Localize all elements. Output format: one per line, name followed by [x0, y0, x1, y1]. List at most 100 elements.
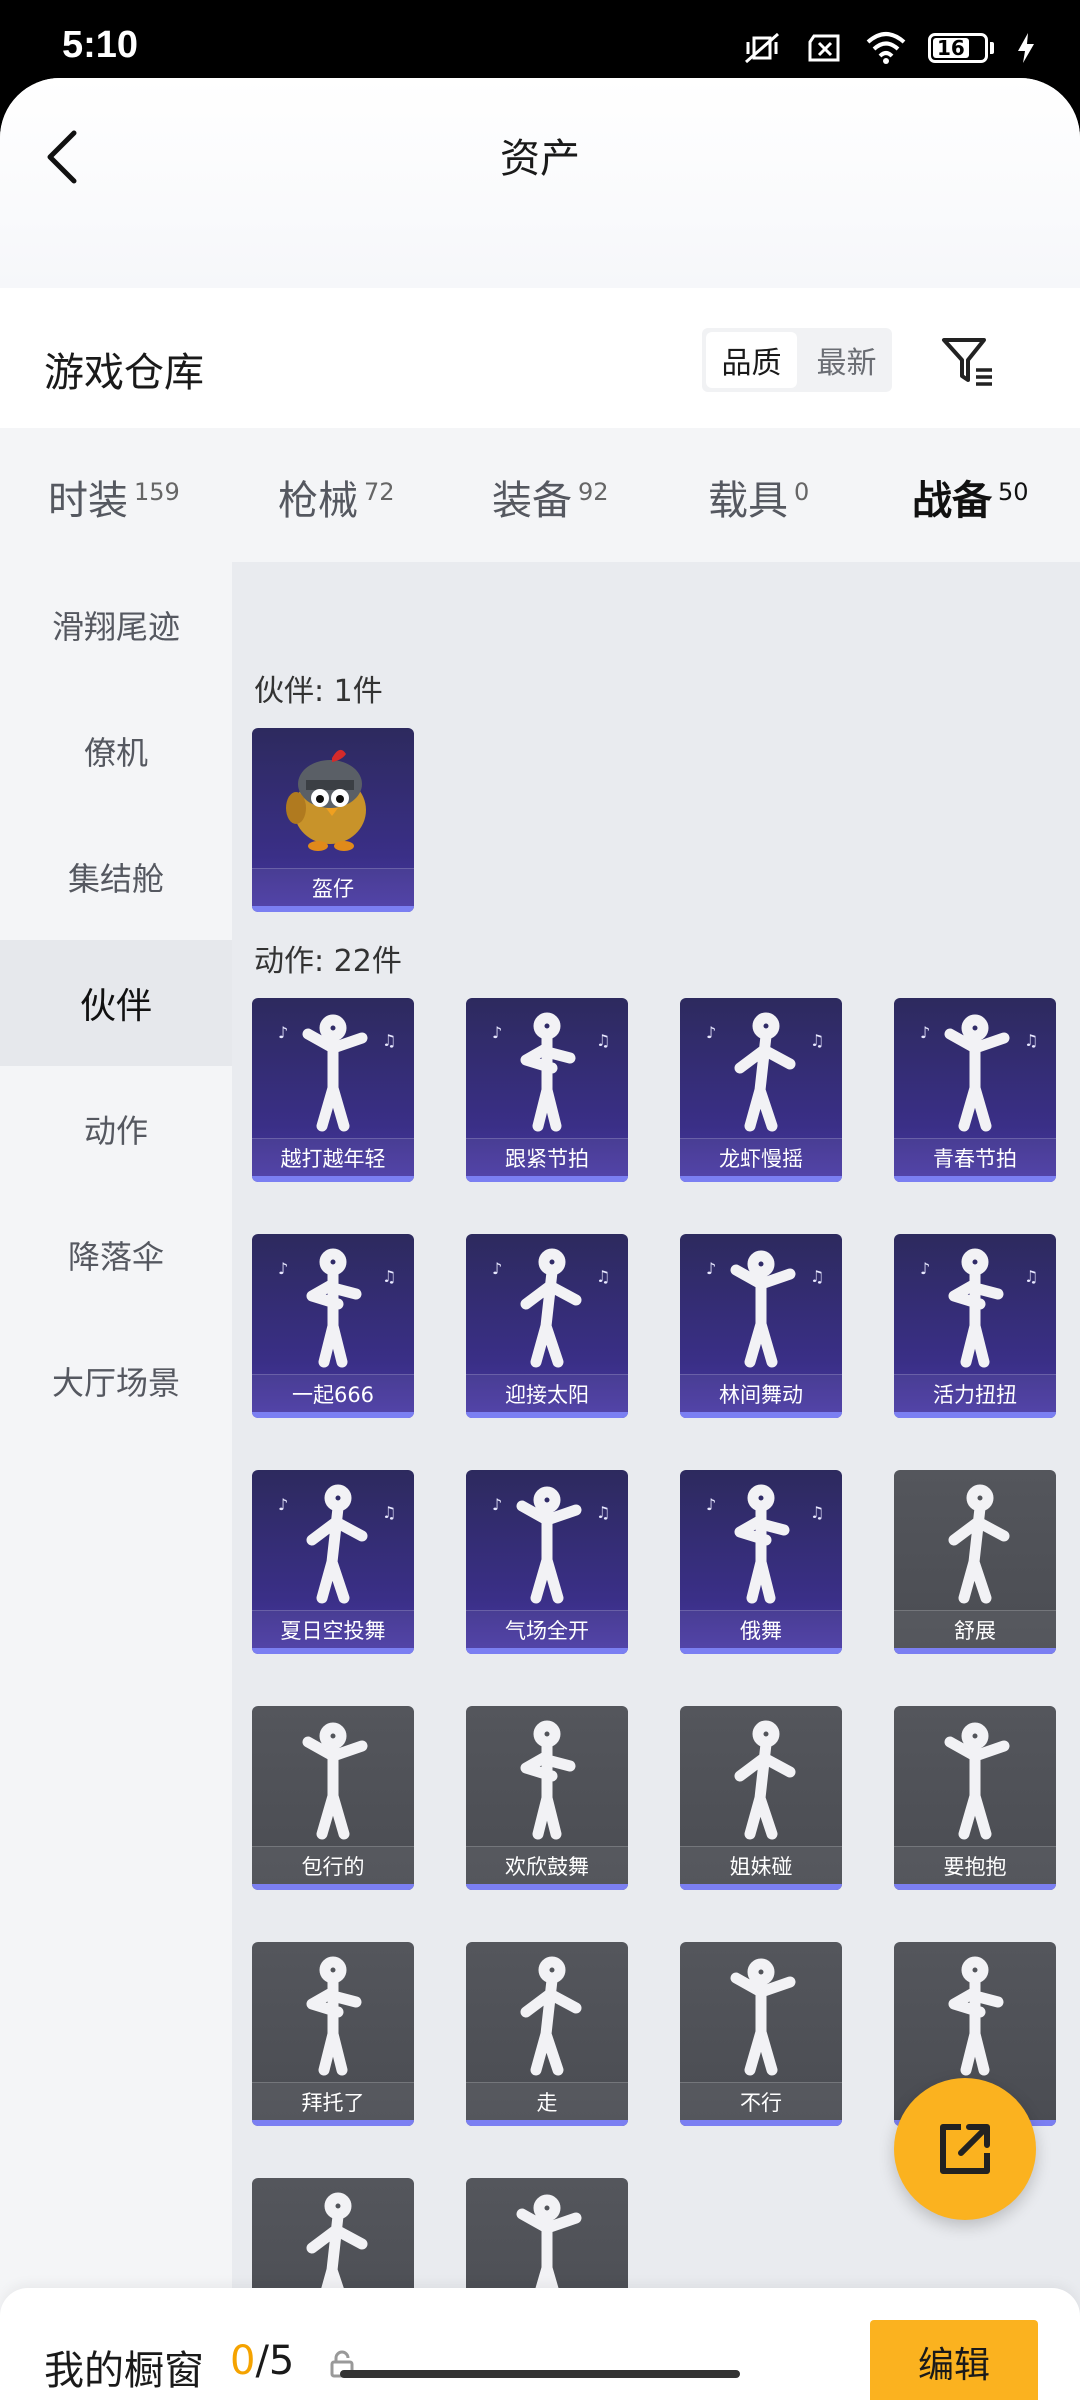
tab-label: 战备: [912, 478, 992, 524]
action-card[interactable]: 不行: [680, 1942, 842, 2126]
card-rarity-bar: [894, 1412, 1056, 1418]
card-label: 走: [466, 2082, 628, 2120]
filter-button[interactable]: [938, 332, 998, 392]
sidebar-item-actions[interactable]: 动作: [0, 1066, 232, 1192]
showcase-count-current: 0: [230, 2338, 256, 2384]
tab-vehicles[interactable]: 载具 0: [708, 468, 809, 526]
action-card[interactable]: 要抱抱: [894, 1706, 1056, 1890]
sort-quality-button[interactable]: 品质: [706, 332, 797, 388]
sidebar-item-companion[interactable]: 伙伴: [0, 940, 232, 1066]
action-card[interactable]: 拜托了: [252, 1942, 414, 2126]
sidebar-item-wingman[interactable]: 僚机: [0, 688, 232, 814]
tab-label: 枪械: [278, 478, 358, 524]
svg-text:♪: ♪: [920, 1259, 930, 1278]
action-card[interactable]: 走: [466, 1942, 628, 2126]
sidebar-item-lobby-scene[interactable]: 大厅场景: [0, 1318, 232, 1444]
action-card[interactable]: 包行的: [252, 1706, 414, 1890]
home-indicator: [340, 2370, 740, 2378]
dance-pose-icon: [734, 1720, 796, 1840]
action-card[interactable]: ♪ ♫ 俄舞: [680, 1470, 842, 1654]
sidebar-item-glide-trail[interactable]: 滑翔尾迹: [0, 562, 232, 688]
svg-text:♪: ♪: [706, 1023, 716, 1042]
card-label: 舒展: [894, 1610, 1056, 1648]
share-fab[interactable]: [894, 2078, 1036, 2220]
tab-count: 50: [998, 477, 1029, 506]
card-label: 包行的: [252, 1846, 414, 1884]
svg-text:♫: ♫: [810, 1503, 824, 1522]
page-title: 资产: [500, 136, 580, 182]
subcategory-sidebar: 滑翔尾迹 僚机 集结舱 伙伴 动作 降落伞 大厅场景: [0, 562, 232, 2400]
action-card[interactable]: ♪ ♫ 迎接太阳: [466, 1234, 628, 1418]
dance-pose-icon: ♪ ♫: [706, 1250, 824, 1368]
action-card[interactable]: ♪ ♫ 一起666: [252, 1234, 414, 1418]
status-time: 5:10: [62, 24, 139, 66]
svg-text:♫: ♫: [1024, 1267, 1038, 1286]
sidebar-item-parachute[interactable]: 降落伞: [0, 1192, 232, 1318]
dance-pose-icon: ♪ ♫: [920, 1248, 1038, 1368]
svg-text:♪: ♪: [278, 1023, 288, 1042]
svg-text:♫: ♫: [382, 1031, 396, 1050]
section-title: 游戏仓库: [44, 350, 204, 396]
card-label: 不行: [680, 2082, 842, 2120]
action-card[interactable]: ♪ ♫ 跟紧节拍: [466, 998, 628, 1182]
dance-pose-icon: ♪ ♫: [492, 1012, 610, 1132]
action-card[interactable]: ♪ ♫ 越打越年轻: [252, 998, 414, 1182]
dance-pose-icon: [306, 1956, 362, 2076]
card-rarity-bar: [252, 1884, 414, 1890]
action-card[interactable]: 姐妹碰: [680, 1706, 842, 1890]
dance-pose-icon: ♪ ♫: [492, 1486, 610, 1604]
svg-text:♫: ♫: [382, 1267, 396, 1286]
action-card[interactable]: ♪ ♫ 气场全开: [466, 1470, 628, 1654]
tab-guns[interactable]: 枪械 72: [278, 468, 395, 526]
card-label: 越打越年轻: [252, 1138, 414, 1176]
svg-text:♫: ♫: [596, 1267, 610, 1286]
card-rarity-bar: [680, 2120, 842, 2126]
card-label: 拜托了: [252, 2082, 414, 2120]
action-card[interactable]: ♪ ♫ 活力扭扭: [894, 1234, 1056, 1418]
card-label: 迎接太阳: [466, 1374, 628, 1412]
battery-icon: 16: [928, 33, 994, 63]
svg-text:♫: ♫: [810, 1267, 824, 1286]
showcase-bar: 我的橱窗 0/5 编辑: [0, 2288, 1080, 2400]
card-label: 气场全开: [466, 1610, 628, 1648]
card-rarity-bar: [680, 1884, 842, 1890]
tab-fashion[interactable]: 时装 159: [48, 468, 180, 526]
svg-text:♫: ♫: [1024, 1031, 1038, 1050]
card-rarity-bar: [680, 1176, 842, 1182]
action-card[interactable]: ♪ ♫ 林间舞动: [680, 1234, 842, 1418]
card-label: 盔仔: [252, 868, 414, 906]
action-card[interactable]: 舒展: [894, 1470, 1056, 1654]
card-label: 俄舞: [680, 1610, 842, 1648]
svg-text:♫: ♫: [810, 1031, 824, 1050]
svg-text:♪: ♪: [492, 1495, 502, 1514]
dance-pose-icon: [520, 1956, 582, 2076]
svg-text:♪: ♪: [920, 1023, 930, 1042]
showcase-count-total: /5: [255, 2338, 295, 2384]
card-rarity-bar: [894, 1648, 1056, 1654]
tab-label: 时装: [48, 478, 128, 524]
tab-equipment[interactable]: 装备 92: [492, 468, 609, 526]
action-card[interactable]: ♪ ♫ 龙虾慢摇: [680, 998, 842, 1182]
action-card[interactable]: ♪ ♫ 夏日空投舞: [252, 1470, 414, 1654]
showcase-count: 0/5: [230, 2338, 294, 2384]
filter-icon: [942, 338, 992, 386]
svg-text:♪: ♪: [492, 1023, 502, 1042]
sidebar-item-assembly-pod[interactable]: 集结舱: [0, 814, 232, 940]
card-rarity-bar: [680, 1412, 842, 1418]
card-label: 青春节拍: [894, 1138, 1056, 1176]
tab-combat-gear[interactable]: 战备 50: [912, 468, 1029, 526]
card-rarity-bar: [252, 906, 414, 912]
action-card[interactable]: 欢欣鼓舞: [466, 1706, 628, 1890]
external-link-icon: [940, 2124, 990, 2174]
category-tabs: 时装 159 枪械 72 装备 92 载具 0 战备 50: [0, 428, 1080, 562]
action-card[interactable]: ♪ ♫ 青春节拍: [894, 998, 1056, 1182]
svg-text:♪: ♪: [706, 1259, 716, 1278]
companion-group-label: 伙伴: 1件: [254, 674, 383, 709]
svg-text:♪: ♪: [706, 1495, 716, 1514]
tab-count: 72: [364, 477, 395, 506]
sort-newest-button[interactable]: 最新: [801, 328, 892, 392]
edit-button[interactable]: 编辑: [870, 2320, 1038, 2400]
dance-pose-icon: [944, 1722, 1010, 1840]
companion-card[interactable]: 盔仔: [252, 728, 414, 912]
dance-pose-icon: ♪ ♫: [706, 1484, 824, 1604]
